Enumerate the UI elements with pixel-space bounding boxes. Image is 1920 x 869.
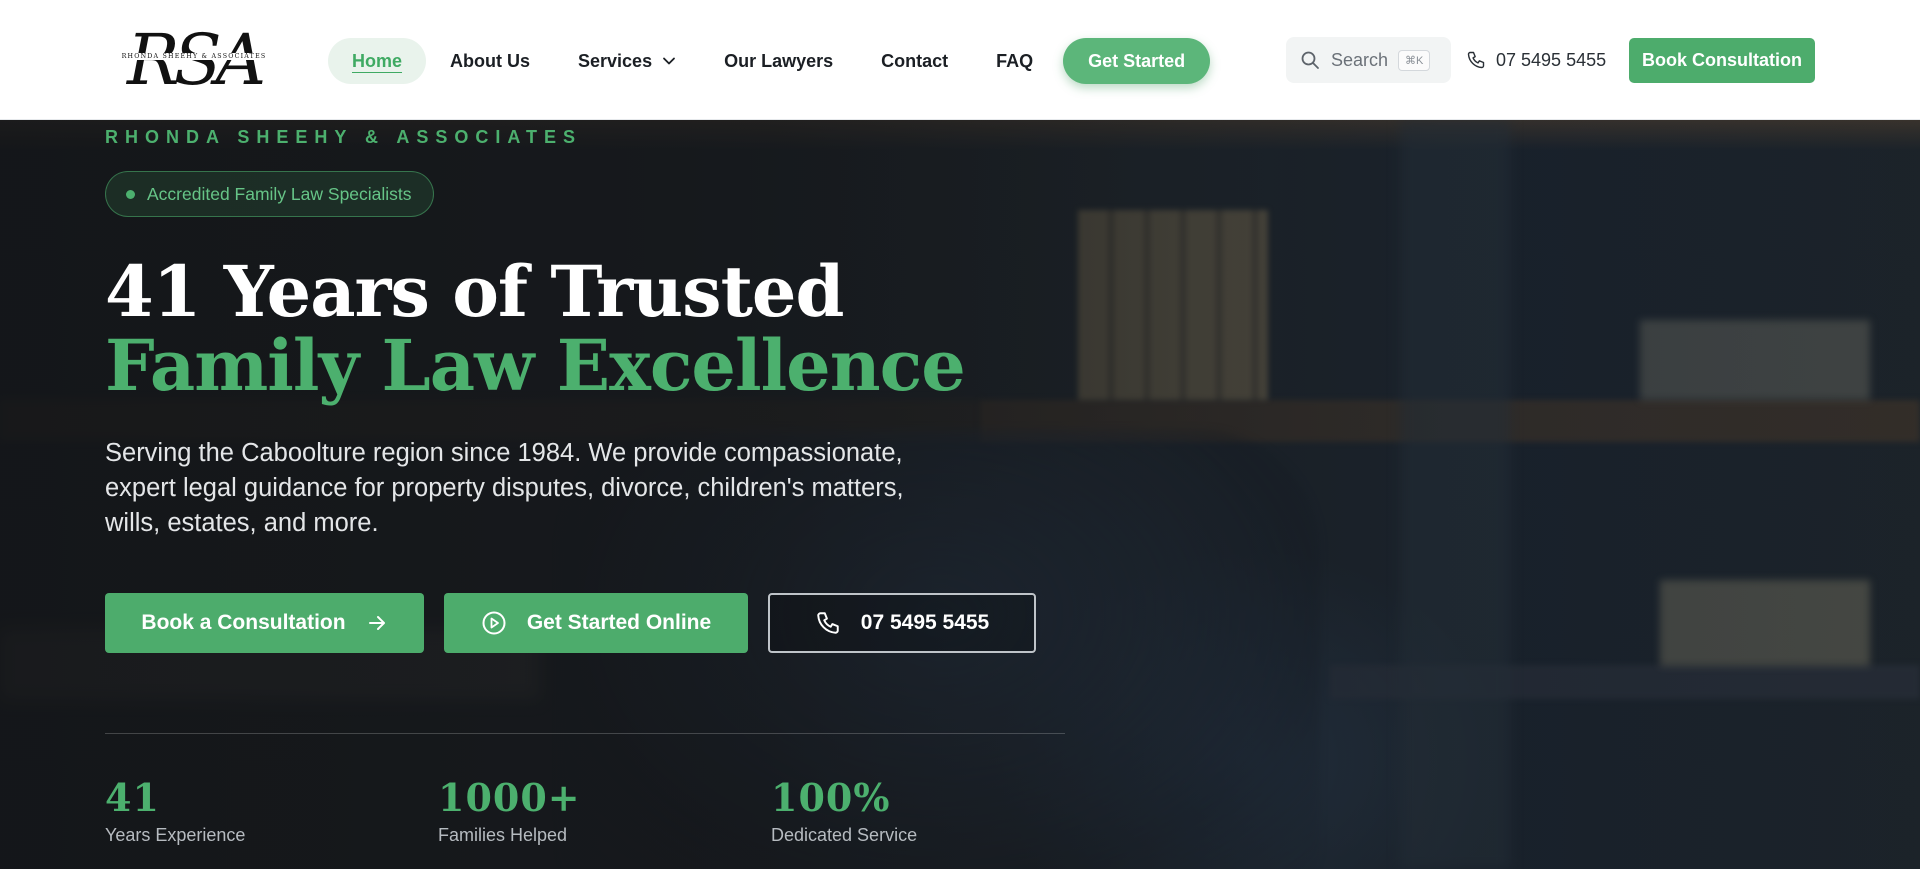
nav-home[interactable]: Home [328, 38, 427, 84]
search-icon [1300, 50, 1320, 70]
call-phone-button[interactable]: 07 5495 5455 [768, 593, 1036, 653]
badge-dot-icon [126, 189, 135, 199]
phone-icon [1466, 50, 1486, 70]
search-box[interactable]: Search ⌘K [1286, 37, 1451, 83]
hero-title: 41 Years of Trusted Family Law Excellenc… [105, 250, 966, 407]
hero-title-line-2: Family Law Excellence [105, 324, 966, 407]
search-shortcut: ⌘K [1398, 49, 1431, 71]
book-a-consultation-button[interactable]: Book a Consultation [105, 593, 424, 653]
stat-service: 100% Dedicated Service [771, 775, 917, 846]
badge-label: Accredited Family Law Specialists [147, 183, 412, 204]
get-started-online-button[interactable]: Get Started Online [444, 593, 748, 653]
nav-faq[interactable]: FAQ [972, 38, 1057, 84]
book-a-consultation-label: Book a Consultation [141, 611, 346, 634]
stat-families: 1000+ Families Helped [438, 775, 581, 846]
call-phone-label: 07 5495 5455 [860, 611, 990, 634]
play-circle-icon [481, 610, 507, 636]
stat-value: 41 [105, 775, 160, 820]
stat-value: 100% [771, 775, 891, 820]
stat-label: Years Experience [105, 825, 246, 845]
stat-label: Families Helped [438, 825, 568, 845]
stat-value: 1000+ [438, 775, 581, 820]
hero-title-line-1: 41 Years of Trusted [105, 250, 844, 333]
logo-text: RHONDA SHEEHY & ASSOCIATES [109, 53, 279, 60]
accreditation-badge: Accredited Family Law Specialists [105, 171, 434, 217]
get-started-online-label: Get Started Online [526, 611, 712, 634]
stats-divider [105, 733, 1065, 734]
nav-about-us[interactable]: About Us [426, 38, 554, 84]
nav-services-label: Services [578, 50, 653, 71]
hero-description: Serving the Caboolture region since 1984… [105, 439, 904, 537]
logo-monogram: RSA [127, 19, 266, 101]
book-consultation-button[interactable]: Book Consultation [1629, 38, 1815, 83]
nav-services[interactable]: Services [554, 38, 700, 84]
search-placeholder: Search [1331, 49, 1389, 70]
site-logo[interactable]: RSA RHONDA SHEEHY & ASSOCIATES [105, 16, 285, 104]
header-phone-link[interactable]: 07 5495 5455 [1466, 37, 1606, 83]
hero-eyebrow: RHONDA SHEEHY & ASSOCIATES [105, 127, 583, 147]
chevron-down-icon [662, 54, 676, 68]
nav-our-lawyers[interactable]: Our Lawyers [700, 38, 857, 84]
header-phone-number: 07 5495 5455 [1496, 49, 1607, 70]
stat-years: 41 Years Experience [105, 775, 245, 846]
arrow-right-icon [366, 612, 388, 634]
nav-contact[interactable]: Contact [857, 38, 972, 84]
get-started-button[interactable]: Get Started [1063, 38, 1211, 84]
main-nav: Home About Us Services Our Lawyers Conta… [328, 38, 1211, 84]
stat-label: Dedicated Service [771, 825, 918, 845]
phone-icon [815, 610, 841, 636]
site-header: RSA RHONDA SHEEHY & ASSOCIATES Home Abou… [0, 0, 1920, 120]
